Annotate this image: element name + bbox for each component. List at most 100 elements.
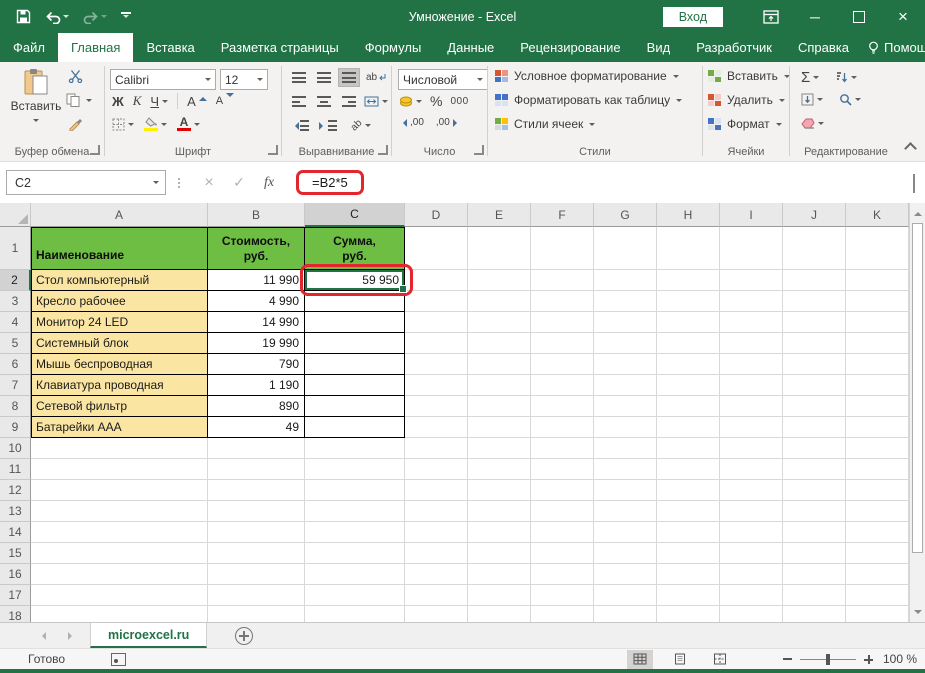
cell-C8[interactable] [305, 396, 405, 417]
cell-A17[interactable] [31, 585, 208, 606]
column-header-D[interactable]: D [405, 203, 468, 227]
cell-K10[interactable] [846, 438, 909, 459]
cell-H14[interactable] [657, 522, 720, 543]
customize-quick-access-icon[interactable] [121, 12, 131, 21]
cell-I15[interactable] [720, 543, 783, 564]
normal-view-button[interactable] [627, 650, 653, 669]
cell-D13[interactable] [405, 501, 468, 522]
cell-D8[interactable] [405, 396, 468, 417]
macro-record-icon[interactable] [111, 653, 126, 666]
cell-B14[interactable] [208, 522, 305, 543]
page-break-view-button[interactable] [707, 650, 733, 669]
next-sheet-icon[interactable] [68, 632, 76, 640]
paste-button[interactable]: Вставить [10, 68, 62, 125]
zoom-slider[interactable] [800, 659, 856, 660]
delete-cells-button[interactable]: Удалить [708, 93, 785, 107]
decrease-decimal-button[interactable]: ,00 [436, 117, 461, 128]
cell-B7[interactable]: 1 190 [208, 375, 305, 396]
cell-D16[interactable] [405, 564, 468, 585]
cell-E18[interactable] [468, 606, 531, 622]
confirm-entry-icon[interactable]: ✓ [224, 174, 254, 191]
accounting-format-button[interactable] [399, 95, 422, 107]
cancel-entry-icon[interactable]: × [194, 174, 224, 192]
cell-F10[interactable] [531, 438, 594, 459]
cell-I7[interactable] [720, 375, 783, 396]
cell-K18[interactable] [846, 606, 909, 622]
cell-B18[interactable] [208, 606, 305, 622]
ribbon-tab-2[interactable]: Вставка [133, 33, 207, 62]
autosum-button[interactable]: Σ [801, 69, 819, 86]
align-center-button[interactable] [314, 93, 334, 110]
conditional-formatting-button[interactable]: Условное форматирование [495, 69, 679, 83]
cell-C10[interactable] [305, 438, 405, 459]
cell-G17[interactable] [594, 585, 657, 606]
font-name-combo[interactable]: Calibri [110, 69, 216, 90]
zoom-in-icon[interactable] [864, 655, 873, 664]
redo-dropdown-icon[interactable] [101, 15, 107, 21]
row-header-17[interactable]: 17 [0, 585, 31, 606]
scroll-down-icon[interactable] [910, 605, 925, 622]
decrease-indent-button[interactable] [289, 117, 312, 134]
row-header-10[interactable]: 10 [0, 438, 31, 459]
cell-D9[interactable] [405, 417, 468, 438]
cell-H5[interactable] [657, 333, 720, 354]
cell-B5[interactable]: 19 990 [208, 333, 305, 354]
cell-I2[interactable] [720, 270, 783, 291]
cell-D11[interactable] [405, 459, 468, 480]
name-box-dropdown-icon[interactable] [153, 181, 159, 187]
cell-H12[interactable] [657, 480, 720, 501]
align-bottom-button[interactable] [339, 69, 359, 86]
column-header-B[interactable]: B [208, 203, 305, 227]
cell-E9[interactable] [468, 417, 531, 438]
cell-H3[interactable] [657, 291, 720, 312]
cell-B3[interactable]: 4 990 [208, 291, 305, 312]
cell-C1[interactable]: Сумма, руб. [305, 227, 405, 270]
format-painter-button[interactable] [68, 117, 83, 131]
cell-C17[interactable] [305, 585, 405, 606]
cell-A18[interactable] [31, 606, 208, 622]
align-top-button[interactable] [289, 69, 309, 86]
align-middle-button[interactable] [314, 69, 334, 86]
cell-C11[interactable] [305, 459, 405, 480]
align-left-button[interactable] [289, 93, 309, 110]
cell-I11[interactable] [720, 459, 783, 480]
cell-D5[interactable] [405, 333, 468, 354]
formula-input[interactable]: =B2*5 [296, 170, 364, 195]
cell-G5[interactable] [594, 333, 657, 354]
cell-E2[interactable] [468, 270, 531, 291]
cell-F17[interactable] [531, 585, 594, 606]
find-select-button[interactable] [839, 93, 861, 106]
cell-G10[interactable] [594, 438, 657, 459]
column-header-G[interactable]: G [594, 203, 657, 227]
column-header-K[interactable]: K [846, 203, 909, 227]
cell-A14[interactable] [31, 522, 208, 543]
cell-F4[interactable] [531, 312, 594, 333]
cell-C2[interactable]: 59 950 [305, 270, 405, 291]
insert-function-icon[interactable]: fx [254, 175, 284, 191]
cell-H10[interactable] [657, 438, 720, 459]
cell-C3[interactable] [305, 291, 405, 312]
cell-J6[interactable] [783, 354, 846, 375]
cell-B9[interactable]: 49 [208, 417, 305, 438]
cell-G16[interactable] [594, 564, 657, 585]
cell-B8[interactable]: 890 [208, 396, 305, 417]
cell-C12[interactable] [305, 480, 405, 501]
underline-button[interactable]: Ч [150, 94, 168, 109]
cell-I3[interactable] [720, 291, 783, 312]
cell-E7[interactable] [468, 375, 531, 396]
cell-C9[interactable] [305, 417, 405, 438]
cell-K16[interactable] [846, 564, 909, 585]
cell-B13[interactable] [208, 501, 305, 522]
column-header-I[interactable]: I [720, 203, 783, 227]
cell-G11[interactable] [594, 459, 657, 480]
cell-E8[interactable] [468, 396, 531, 417]
clear-button[interactable] [801, 117, 824, 129]
cell-D1[interactable] [405, 227, 468, 270]
cell-G15[interactable] [594, 543, 657, 564]
italic-button[interactable]: К [133, 93, 142, 109]
cell-D3[interactable] [405, 291, 468, 312]
cell-H2[interactable] [657, 270, 720, 291]
fill-color-button[interactable] [144, 117, 167, 131]
cell-J11[interactable] [783, 459, 846, 480]
cut-button[interactable] [68, 69, 83, 83]
